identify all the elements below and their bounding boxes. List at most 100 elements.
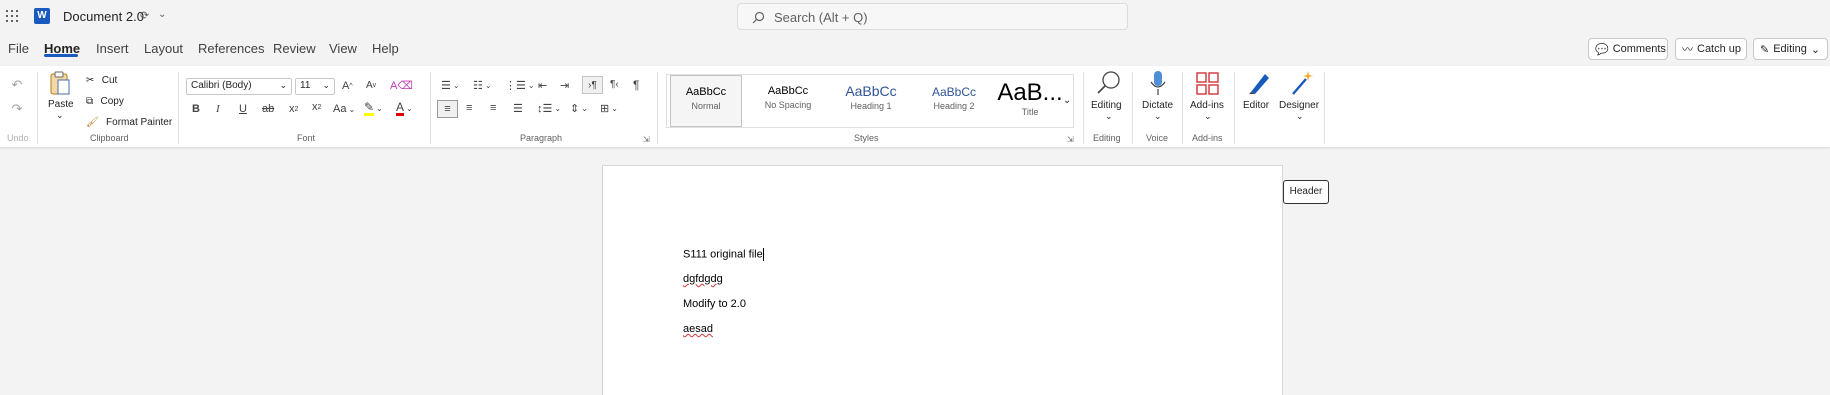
format-painter-button[interactable]: 🖌 Format Painter bbox=[86, 114, 172, 128]
styles-dialog-launcher-icon[interactable]: ⇲ bbox=[1067, 135, 1074, 144]
align-right-icon[interactable]: ≡ bbox=[490, 102, 496, 114]
bullets-icon[interactable]: ☰ ⌄ bbox=[441, 79, 460, 92]
style-title[interactable]: AaB... Title bbox=[997, 75, 1063, 127]
change-case-button[interactable]: Aa ⌄ bbox=[333, 103, 355, 115]
numbering-icon[interactable]: ☷ ⌄ bbox=[473, 79, 492, 92]
italic-button[interactable]: I bbox=[216, 103, 220, 115]
document-line[interactable]: aesad bbox=[683, 323, 713, 335]
copy-button[interactable]: ⧉ Copy bbox=[86, 93, 124, 107]
dictate-button[interactable]: Dictate ⌄ bbox=[1140, 70, 1176, 128]
comment-icon: 💬 bbox=[1595, 43, 1609, 56]
redo-icon[interactable]: ↷ bbox=[10, 101, 24, 116]
superscript-button[interactable]: x2 bbox=[312, 101, 321, 113]
style-normal[interactable]: AaBbCc Normal bbox=[670, 75, 742, 127]
search-icon bbox=[752, 11, 765, 24]
copy-icon: ⧉ bbox=[86, 96, 94, 107]
format-painter-label: Format Painter bbox=[106, 117, 173, 128]
font-family-select[interactable]: Calibri (Body) ⌄ bbox=[186, 78, 292, 95]
style-heading-1[interactable]: AaBbCc Heading 1 bbox=[831, 75, 911, 127]
voice-group-label: Voice bbox=[1146, 133, 1169, 143]
editing-mode-button[interactable]: ✎ Editing ⌄ bbox=[1753, 38, 1828, 60]
paragraph-dialog-launcher-icon[interactable]: ⇲ bbox=[643, 135, 650, 144]
tab-view[interactable]: View bbox=[329, 41, 357, 56]
strikethrough-button[interactable]: ab bbox=[262, 103, 274, 115]
line-spacing-icon[interactable]: ↕☰ ⌄ bbox=[537, 102, 561, 115]
designer-button[interactable]: Designer ⌄ bbox=[1278, 70, 1322, 128]
font-color-button[interactable]: A ⌄ bbox=[396, 101, 413, 116]
cut-button[interactable]: ✂ Cut bbox=[86, 72, 117, 86]
rtl-icon[interactable]: ¶‹ bbox=[610, 79, 619, 90]
font-size-select[interactable]: 11 ⌄ bbox=[295, 78, 335, 95]
styles-more-icon[interactable]: ⌄ bbox=[1063, 95, 1071, 106]
style-name: Title bbox=[1021, 107, 1039, 117]
font-group-label: Font bbox=[297, 133, 316, 143]
editor-label: Editor bbox=[1243, 100, 1270, 111]
add-ins-label: Add-ins bbox=[1190, 100, 1224, 111]
header-tooltip[interactable]: Header bbox=[1283, 180, 1329, 204]
font-size-value: 11 bbox=[300, 80, 311, 91]
chevron-down-icon: ⌄ bbox=[56, 110, 64, 120]
paragraph-spacing-icon[interactable]: ⇕ ⌄ bbox=[570, 102, 588, 115]
borders-icon[interactable]: ⊞ ⌄ bbox=[600, 102, 618, 115]
ltr-icon[interactable]: ›¶ bbox=[582, 76, 603, 94]
show-formatting-marks-icon[interactable]: ¶ bbox=[633, 78, 639, 92]
editing-button[interactable]: Editing ⌄ bbox=[1090, 70, 1128, 128]
document-page[interactable]: S111 original file dgfdgdg Modify to 2.0… bbox=[602, 165, 1283, 395]
tab-review[interactable]: Review bbox=[273, 41, 316, 56]
clear-formatting-icon[interactable]: A⌫ bbox=[390, 79, 413, 92]
line-text: S111 original file bbox=[683, 248, 763, 261]
style-no-spacing[interactable]: AaBbCc No Spacing bbox=[749, 75, 827, 127]
divider bbox=[1182, 72, 1183, 144]
document-line[interactable]: S111 original file bbox=[683, 248, 764, 261]
style-preview: AaBbCc bbox=[685, 86, 727, 98]
bold-button[interactable]: B bbox=[192, 103, 200, 115]
search-placeholder: Search (Alt + Q) bbox=[774, 10, 868, 25]
style-heading-2[interactable]: AaBbCc Heading 2 bbox=[915, 75, 993, 127]
active-tab-indicator bbox=[44, 54, 78, 57]
pencil-icon: ✎ bbox=[1760, 43, 1770, 56]
catch-up-button[interactable]: 〰 Catch up bbox=[1675, 38, 1747, 60]
app-launcher-icon[interactable] bbox=[6, 10, 18, 22]
style-preview: AaBbCc bbox=[767, 85, 809, 97]
paragraph-group-label: Paragraph bbox=[520, 133, 563, 143]
activity-icon: 〰 bbox=[1682, 44, 1693, 56]
style-preview: AaBbCc bbox=[931, 85, 977, 99]
align-center-icon[interactable]: ≡ bbox=[466, 102, 472, 114]
tab-layout[interactable]: Layout bbox=[144, 41, 183, 56]
tab-help[interactable]: Help bbox=[372, 41, 399, 56]
document-line[interactable]: Modify to 2.0 bbox=[683, 298, 746, 310]
divider bbox=[1083, 72, 1084, 144]
editor-button[interactable]: Editor bbox=[1242, 70, 1274, 128]
tab-file[interactable]: File bbox=[8, 41, 29, 56]
highlight-color-button[interactable]: ✎ ⌄ bbox=[364, 101, 383, 116]
decrease-indent-icon[interactable]: ⇤ bbox=[538, 79, 547, 92]
document-line[interactable]: dgfdgdg bbox=[683, 273, 723, 285]
tab-references[interactable]: References bbox=[198, 41, 264, 56]
shrink-font-icon[interactable]: Av bbox=[366, 80, 376, 91]
chevron-down-icon: ⌄ bbox=[1204, 111, 1212, 121]
grow-font-icon[interactable]: A ^ bbox=[342, 80, 353, 92]
paste-button[interactable]: Paste ⌄ bbox=[45, 70, 75, 122]
multilevel-list-icon[interactable]: ⋮☰ ⌄ bbox=[505, 79, 535, 92]
autosave-icon[interactable]: ⟳ bbox=[140, 9, 149, 22]
editor-pen-icon bbox=[1249, 74, 1269, 94]
cut-label: Cut bbox=[101, 75, 118, 86]
tab-insert[interactable]: Insert bbox=[96, 41, 129, 56]
add-ins-icon bbox=[1196, 72, 1219, 95]
increase-indent-icon[interactable]: ⇥ bbox=[560, 79, 569, 92]
catch-up-label: Catch up bbox=[1697, 43, 1742, 55]
chevron-down-icon[interactable]: ⌄ bbox=[158, 9, 166, 20]
underline-button[interactable]: U bbox=[239, 103, 247, 115]
subscript-button[interactable]: x2 bbox=[289, 103, 298, 115]
undo-icon[interactable]: ↶ bbox=[10, 77, 24, 92]
chevron-down-icon: ⌄ bbox=[1154, 111, 1162, 121]
align-left-icon[interactable]: ≡ bbox=[437, 100, 458, 118]
comments-button[interactable]: 💬 Comments bbox=[1588, 38, 1668, 60]
justify-icon[interactable]: ☰ bbox=[513, 102, 523, 115]
document-title[interactable]: Document 2.0 bbox=[63, 9, 144, 24]
microphone-icon bbox=[1150, 71, 1166, 95]
style-preview: AaB... bbox=[997, 79, 1063, 106]
add-ins-button[interactable]: Add-ins ⌄ bbox=[1188, 70, 1228, 128]
search-box[interactable]: Search (Alt + Q) bbox=[737, 3, 1128, 30]
editing-group-label: Editing bbox=[1093, 133, 1121, 143]
